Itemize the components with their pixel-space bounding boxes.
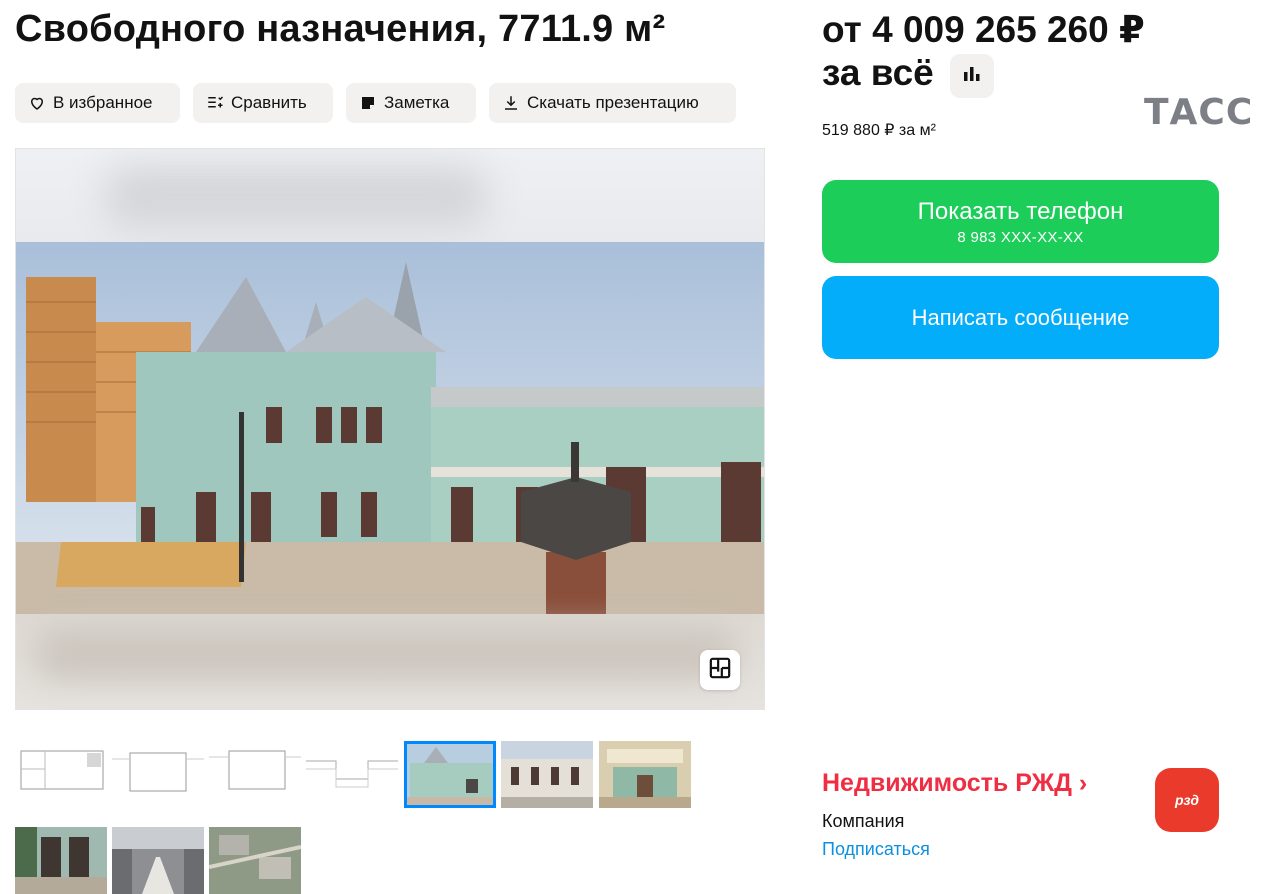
thumbnail-street-photo[interactable] [501,741,593,808]
download-label: Скачать презентацию [527,93,699,112]
thumbnail-hall-photo[interactable] [599,741,691,808]
thumbnail-floor-plan-1[interactable] [15,741,107,808]
photo-blur-top [16,149,764,242]
masked-phone: 8 983 XXX-XX-XX [957,228,1084,246]
main-photo[interactable] [15,148,765,710]
write-message-label: Написать сообщение [911,304,1130,330]
thumbnail-conference-photo[interactable] [112,827,204,894]
favorite-button[interactable]: В избранное [15,83,180,123]
download-icon [502,94,520,112]
floor-plan-icon [709,657,731,684]
price-total-suffix: за всё [822,52,934,93]
show-phone-button[interactable]: Показать телефон 8 983 XXX-XX-XX [822,180,1219,263]
price-per-square-meter: 519 880 ₽ за м² [822,122,936,139]
write-message-button[interactable]: Написать сообщение [822,276,1219,359]
price-stats-button[interactable] [950,54,994,98]
company-link[interactable]: Недвижимость РЖД › [822,769,1087,798]
tass-watermark: ТАСС [1144,92,1254,133]
note-button[interactable]: Заметка [346,83,476,123]
favorite-label: В избранное [53,93,153,112]
company-logo-text: рзд [1175,792,1199,808]
company-type: Компания [822,811,905,831]
download-presentation-button[interactable]: Скачать презентацию [489,83,736,123]
action-bar: В избранное Сравнить Заметка Скачать пре… [15,83,736,123]
station-photo [16,242,764,616]
thumbnail-aerial-photo[interactable] [209,827,301,894]
thumbnail-floor-plan-2[interactable] [112,741,204,808]
note-label: Заметка [384,93,450,112]
compare-button[interactable]: Сравнить [193,83,333,123]
thumbnail-facade-photo[interactable] [404,741,496,808]
thumbnail-floor-plan-4[interactable] [306,741,398,808]
price-total: от 4 009 265 260 ₽ [822,9,1145,50]
listing-title: Свободного назначения, 7711.9 м² [15,8,666,50]
show-phone-label: Показать телефон [917,197,1124,225]
thumbnail-arcade-photo[interactable] [15,827,107,894]
company-logo[interactable]: рзд [1155,768,1219,832]
photo-blur-bottom [16,614,764,709]
heart-icon [28,94,46,112]
compare-icon [206,94,224,112]
subscribe-link[interactable]: Подписаться [822,839,930,860]
bar-chart-icon [962,64,982,89]
thumbnail-floor-plan-3[interactable] [209,741,301,808]
note-icon [359,94,377,112]
compare-label: Сравнить [231,93,307,112]
floor-plan-button[interactable] [700,650,740,690]
